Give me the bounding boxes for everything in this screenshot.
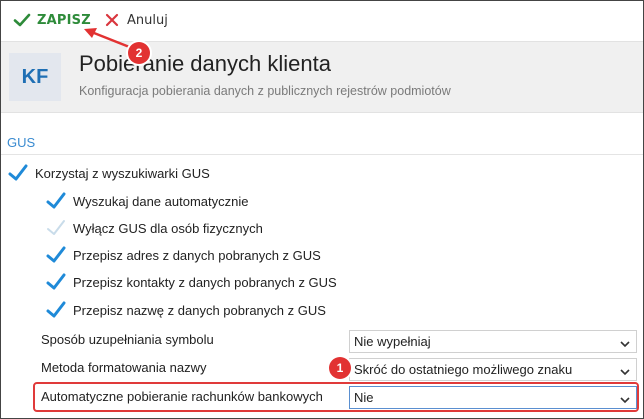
app-window: ZAPISZ Anuluj KF Pobieranie danych klien…	[0, 0, 644, 419]
module-logo: KF	[9, 53, 61, 101]
checkbox-copy-contacts[interactable]: Przepisz kontakty z danych pobranych z G…	[45, 271, 337, 293]
symbol-fill-label: Sposób uzupełniania symbolu	[41, 332, 214, 347]
checkbox-label: Przepisz adres z danych pobranych z GUS	[73, 247, 321, 263]
section-divider	[1, 154, 643, 155]
cancel-button-label: Anuluj	[127, 12, 168, 28]
select-value: Nie wypełniaj	[354, 334, 431, 349]
checkbox-label: Przepisz nazwę z danych pobranych z GUS	[73, 302, 326, 318]
save-button-label: ZAPISZ	[37, 12, 91, 28]
page-title: Pobieranie danych klienta	[79, 51, 331, 76]
checkbox-disable-gus-individuals[interactable]: Wyłącz GUS dla osób fizycznych	[45, 217, 263, 239]
check-icon	[13, 11, 31, 29]
checkbox-copy-address[interactable]: Przepisz adres z danych pobranych z GUS	[45, 244, 321, 266]
checkmark-icon	[45, 299, 67, 321]
page-subtitle: Konfiguracja pobierania danych z publicz…	[79, 84, 451, 98]
select-value: Skróć do ostatniego możliwego znaku	[354, 362, 573, 377]
name-format-select[interactable]: Skróć do ostatniego możliwego znaku	[349, 358, 637, 381]
checkbox-use-gus[interactable]: Korzystaj z wyszukiwarki GUS	[7, 162, 210, 184]
checkbox-label: Wyszukaj dane automatycznie	[73, 193, 249, 209]
save-button[interactable]: ZAPISZ	[13, 9, 91, 31]
checkbox-label: Przepisz kontakty z danych pobranych z G…	[73, 274, 337, 290]
cancel-button[interactable]: Anuluj	[103, 9, 168, 31]
toolbar: ZAPISZ Anuluj	[1, 1, 643, 41]
symbol-fill-select[interactable]: Nie wypełniaj	[349, 330, 637, 353]
highlight-frame	[33, 382, 639, 412]
checkmark-icon	[45, 271, 67, 293]
close-icon	[103, 11, 121, 29]
chevron-down-icon	[620, 365, 630, 376]
checkmark-faded-icon	[45, 217, 67, 239]
checkmark-icon	[45, 190, 67, 212]
checkbox-label: Wyłącz GUS dla osób fizycznych	[73, 220, 263, 236]
checkmark-icon	[7, 162, 29, 184]
callout-badge-1: 1	[329, 357, 351, 379]
page-header: KF Pobieranie danych klienta Konfiguracj…	[1, 41, 643, 113]
chevron-down-icon	[620, 337, 630, 348]
checkbox-auto-search[interactable]: Wyszukaj dane automatycznie	[45, 190, 248, 212]
checkbox-label: Korzystaj z wyszukiwarki GUS	[35, 165, 210, 181]
callout-badge-2: 2	[128, 42, 150, 64]
checkmark-icon	[45, 244, 67, 266]
section-title-gus: GUS	[7, 135, 36, 150]
checkbox-copy-name[interactable]: Przepisz nazwę z danych pobranych z GUS	[45, 299, 326, 321]
name-format-label: Metoda formatowania nazwy	[41, 360, 207, 375]
